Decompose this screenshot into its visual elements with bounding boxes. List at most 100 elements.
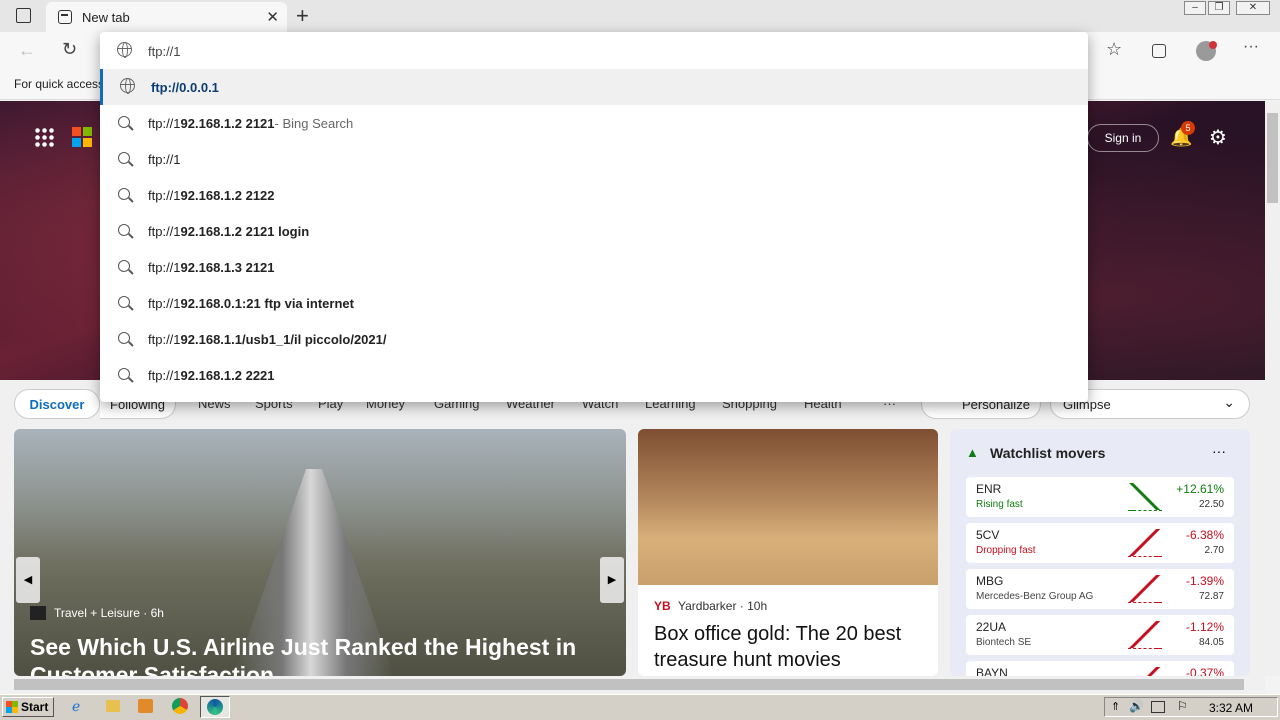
search-icon	[118, 223, 130, 236]
ie-icon[interactable]: ℯ	[72, 698, 80, 715]
suggestion-item[interactable]: ftp://1 92.168.0.1:21 ftp via internet	[100, 285, 1088, 321]
stock-row[interactable]: ENR Rising fast +12.61% 22.50	[966, 477, 1234, 517]
favorites-icon[interactable]: ☆	[1106, 39, 1122, 60]
main-card-headline[interactable]: See Which U.S. Airline Just Ranked the H…	[30, 633, 610, 676]
carousel-next-button[interactable]: ▶	[600, 557, 624, 603]
restore-button[interactable]: ❐	[1208, 1, 1230, 15]
carousel-prev-button[interactable]: ◀	[16, 557, 40, 603]
suggestion-bold: 92.168.1.2 2121	[180, 115, 275, 131]
newtab-icon	[58, 10, 72, 24]
close-tab-icon[interactable]: ✕	[266, 8, 279, 26]
stock-subtitle: Biontech SE	[976, 637, 1032, 648]
vertical-scrollbar[interactable]	[1265, 101, 1280, 676]
suggestion-item[interactable]: ftp://1 92.168.1.3 2121	[100, 249, 1088, 285]
secondary-news-card[interactable]: YB Yardbarker · 10h Box office gold: The…	[638, 429, 938, 676]
stock-sparkline	[1128, 667, 1162, 676]
watchlist-title: Watchlist movers	[990, 445, 1106, 461]
suggestion-item[interactable]: ftp://1 92.168.1.2 2122	[100, 177, 1088, 213]
stock-subtitle: Rising fast	[976, 499, 1023, 510]
suggestion-bold: ftp://0.0.0.1	[151, 79, 219, 95]
explorer-icon[interactable]	[106, 700, 120, 712]
search-icon	[118, 115, 130, 128]
media-player-icon[interactable]	[138, 699, 153, 713]
stock-change: -1.12%	[1185, 620, 1224, 634]
collections-icon[interactable]	[1152, 44, 1166, 58]
yardbarker-logo: YB	[654, 599, 671, 613]
chrome-icon[interactable]	[172, 698, 188, 714]
microsoft-logo[interactable]	[72, 127, 92, 147]
suggestion-prefix: ftp://1	[148, 187, 181, 203]
stock-price: 72.87	[1198, 591, 1224, 602]
suggestion-bold: 92.168.0.1:21 ftp via internet	[180, 295, 354, 311]
apps-launcher-icon[interactable]	[34, 127, 54, 147]
profile-status-dot	[1209, 41, 1217, 49]
sign-in-button[interactable]: Sign in	[1087, 124, 1159, 152]
stock-price: 2.70	[1204, 545, 1224, 556]
suggestion-bold: 92.168.1.2 2121 login	[180, 223, 310, 239]
suggestion-suffix: - Bing Search	[274, 115, 354, 131]
main-news-card[interactable]: ◀ ▶ Travel + Leisure · 6h See Which U.S.…	[14, 429, 626, 676]
suggestion-prefix: ftp://1	[148, 331, 181, 347]
second-card-headline[interactable]: Box office gold: The 20 best treasure hu…	[654, 621, 926, 673]
stock-row[interactable]: BAYN -0.37%	[966, 661, 1234, 676]
settings-icon[interactable]: ⚙	[1209, 125, 1227, 150]
tab-strip: New tab ✕ + – ❐ ✕	[0, 0, 1280, 32]
tab-actions-icon[interactable]	[16, 8, 31, 23]
suggestion-bold: 92.168.1.3 2121	[180, 259, 275, 275]
stock-row[interactable]: 22UA Biontech SE -1.12% 84.05	[966, 615, 1234, 655]
notification-badge: 5	[1181, 121, 1195, 135]
tab-new-tab[interactable]: New tab ✕	[46, 2, 287, 32]
globe-icon	[119, 77, 135, 94]
suggestion-prefix: ftp://1	[148, 223, 181, 239]
stock-change: -6.38%	[1185, 528, 1224, 542]
suggestion-item[interactable]: ftp://1 92.168.1.2 2121 - Bing Search	[100, 105, 1088, 141]
close-window-button[interactable]: ✕	[1236, 1, 1270, 15]
stock-sparkline	[1128, 483, 1162, 511]
address-bar[interactable]: ftp://1	[100, 33, 1088, 69]
suggestion-item[interactable]: ftp://1 92.168.1.2 2121 login	[100, 213, 1088, 249]
stock-ticker: ENR	[976, 482, 1002, 496]
watchlist-icon: ▲	[966, 445, 979, 460]
main-card-source: Travel + Leisure · 6h	[54, 606, 164, 620]
start-button[interactable]: Start	[2, 697, 54, 717]
discover-tab[interactable]: Discover	[14, 389, 100, 419]
stock-ticker: MBG	[976, 574, 1004, 588]
suggestion-item[interactable]: ftp://1 92.168.1.1/usb1_1/il piccolo/2021…	[100, 321, 1088, 357]
suggestion-item[interactable]: ftp://0.0.0.1	[100, 69, 1088, 105]
new-tab-button[interactable]: +	[296, 3, 309, 29]
stock-change: -0.37%	[1185, 666, 1224, 676]
suggestion-bold: 92.168.1.2 2221	[180, 367, 275, 383]
globe-icon	[116, 41, 132, 58]
address-input[interactable]: ftp://1	[148, 44, 181, 59]
stock-sparkline	[1128, 575, 1162, 603]
flag-icon[interactable]: ⚐	[1177, 699, 1188, 713]
minimize-button[interactable]: –	[1184, 1, 1206, 15]
back-icon[interactable]: ←	[18, 40, 36, 61]
network-icon[interactable]	[1151, 701, 1165, 713]
stock-row[interactable]: MBG Mercedes-Benz Group AG -1.39% 72.87	[966, 569, 1234, 609]
horizontal-scrollbar[interactable]	[0, 676, 1265, 694]
suggestion-item[interactable]: ftp://1 92.168.1.2 2221	[100, 357, 1088, 393]
h-scrollbar-thumb[interactable]	[14, 679, 1244, 690]
chevron-down-icon: ⌄	[1223, 394, 1235, 410]
search-icon	[118, 295, 130, 308]
stock-ticker: BAYN	[976, 666, 1008, 676]
watchlist-more-icon[interactable]: ···	[1212, 443, 1226, 459]
more-options-icon[interactable]: ···	[1243, 38, 1259, 56]
stock-ticker: 5CV	[976, 528, 1000, 542]
clock: 3:32 AM	[1209, 701, 1254, 715]
start-label: Start	[21, 700, 49, 714]
suggestion-item[interactable]: ftp://1	[100, 141, 1088, 177]
suggestion-prefix: ftp://1	[148, 151, 181, 167]
tab-title: New tab	[82, 9, 130, 25]
stock-subtitle: Dropping fast	[976, 545, 1036, 556]
windows-flag-icon	[6, 701, 18, 713]
volume-icon[interactable]: 🔊	[1129, 699, 1144, 713]
suggestion-bold: 92.168.1.1/usb1_1/il piccolo/2021/	[180, 331, 387, 347]
stock-row[interactable]: 5CV Dropping fast -6.38% 2.70	[966, 523, 1234, 563]
scrollbar-thumb[interactable]	[1267, 113, 1278, 203]
refresh-icon[interactable]: ↻	[62, 39, 77, 60]
suggestion-bold: 92.168.1.2 2122	[180, 187, 275, 203]
suggestion-prefix: ftp://1	[148, 295, 181, 311]
tray-up-icon[interactable]: ⇑	[1111, 700, 1120, 713]
